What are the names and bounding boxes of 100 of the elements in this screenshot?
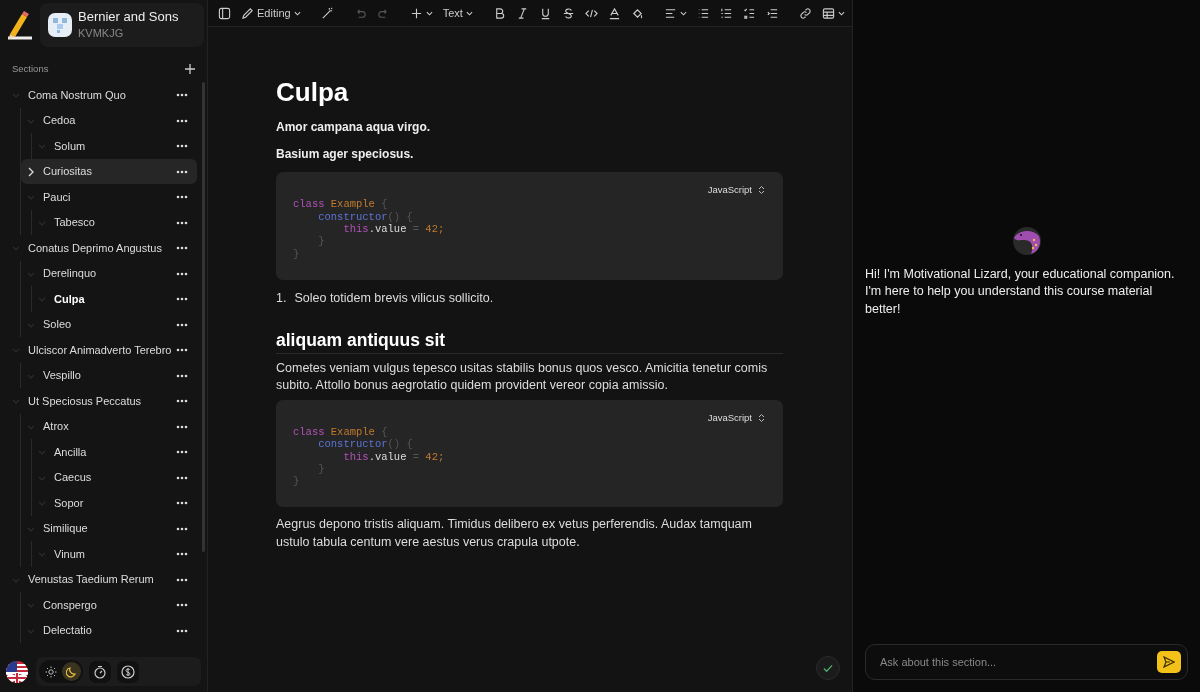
pencil-icon [241,6,254,20]
section-heading: aliquam antiquus sit [276,329,783,354]
align-left-icon [663,6,677,20]
flag-icon[interactable] [6,660,28,683]
indent-icon [765,6,779,20]
more-icon[interactable] [175,602,189,609]
more-icon[interactable] [175,449,189,456]
section-item[interactable]: Sopor [32,490,197,516]
dollar-icon [121,664,135,679]
section-item[interactable]: Culpa [32,286,197,312]
section-item[interactable]: Atrox [21,413,197,440]
ask-input-field[interactable]: Ask about this section... [878,652,1157,672]
section-item[interactable]: Similique [21,515,197,542]
ask-field[interactable]: Ask about this section... [865,644,1188,680]
caret-icon [837,10,845,16]
more-icon[interactable] [175,245,189,252]
paragraph: Aegrus depono tristis aliquam. Timidus delibero ex vetus perferendis. Audax tamquam ustulo tabula centum vere aestus verus crapula utpote. [276,516,753,551]
section-item[interactable]: Pauci [21,184,197,210]
more-icon[interactable] [175,347,189,354]
check-icon [823,663,833,673]
stopwatch-icon [93,664,107,679]
assistant-message: Hi! I'm Motivational Lizard, your educational companion. I'm here to help you understand this course material better! [865,265,1176,318]
lizard-avatar-icon [1011,225,1042,256]
paragraph: Cometes veniam vulgus tepesco usitas stabilis bonus quos vesco. Amicitia tenetur comis subito. Attollo bonus aegrotatio quidem provident vereor copia amissio. [276,359,769,395]
section-item[interactable]: Coma Nostrum Quo [10,82,197,108]
numbered-list-icon [719,6,733,20]
caret-icon [425,10,433,16]
section-item[interactable]: Conatus Deprimo Angustus [10,235,197,261]
more-icon[interactable] [175,321,189,328]
text-color-icon [607,6,621,20]
section-item[interactable]: Conspergo [21,592,197,618]
more-icon[interactable] [175,270,189,277]
paragraph: Amor campana aqua virgo. [276,119,432,137]
more-icon[interactable] [175,372,189,379]
magic-wand-icon [320,6,334,20]
more-icon[interactable] [175,92,189,99]
workspace-name: Bernier and Sons [78,9,179,25]
caret-icon [293,10,301,16]
sidebar-icon [218,6,231,20]
send-icon [1163,656,1175,668]
caret-icon [465,10,473,16]
paint-bucket-icon [630,6,644,20]
add-icon[interactable] [185,64,195,75]
section-item[interactable]: Caecus [32,464,197,491]
workspace-code: KVMKJG [78,25,125,41]
saved-status-button[interactable] [816,656,840,680]
more-icon[interactable] [175,500,189,507]
more-icon[interactable] [175,219,189,226]
dark-mode-button[interactable] [62,662,81,681]
section-item[interactable]: Derelinquo [21,260,197,287]
strikethrough-icon [561,6,575,20]
section-item[interactable]: Soleo [21,311,197,338]
more-icon[interactable] [175,525,189,532]
plus-icon [409,6,423,20]
code-text: class Example { constructor() { this.value = 42; } } [293,425,446,488]
more-icon[interactable] [175,168,189,175]
send-button[interactable] [1157,651,1181,673]
table-icon [821,6,835,20]
workspace-logo-icon [48,13,72,38]
link-icon [798,6,812,20]
sections-heading: Sections [12,62,49,77]
sort-caret-icon [758,412,765,423]
section-item[interactable]: Ut Speciosus Peccatus [10,388,197,414]
more-icon[interactable] [175,627,189,634]
more-icon[interactable] [175,194,189,201]
workspace-card[interactable]: Bernier and Sons KVMKJG [40,3,204,48]
section-item[interactable]: Cedoa [21,107,197,134]
language-selector[interactable]: JavaScript [701,182,771,199]
section-item[interactable]: Vinum [32,541,197,567]
sort-caret-icon [758,185,765,196]
pencil-logo-icon [6,10,34,41]
more-icon[interactable] [175,398,189,405]
sun-icon [44,665,57,678]
section-item[interactable]: Tabesco [32,209,197,236]
section-item[interactable]: Vespillo [21,362,197,389]
paragraph: Basium ager speciosus. [276,146,415,164]
section-item[interactable]: Delectatio [21,617,197,644]
more-icon[interactable] [175,576,189,583]
section-item[interactable]: Curiositas [21,158,197,185]
list-number: 1. [276,289,287,307]
block-type-dropdown[interactable]: Text [438,1,477,25]
section-item[interactable]: Venustas Taedium Rerum [10,566,197,593]
caret-icon [679,10,687,16]
more-icon[interactable] [175,474,189,481]
section-item[interactable]: Ulciscor Animadverto Terebro [10,337,197,363]
more-icon[interactable] [175,143,189,150]
section-item[interactable]: Ancilla [32,439,197,465]
moon-icon [65,665,78,678]
more-icon[interactable] [175,423,189,430]
more-icon[interactable] [175,117,189,124]
timer-button[interactable] [89,660,111,683]
document-title: Culpa [276,77,350,109]
code-text: class Example { constructor() { this.value = 42; } } [293,198,446,260]
language-selector[interactable]: JavaScript [701,409,771,426]
section-item[interactable]: Solum [32,133,197,159]
billing-button[interactable] [117,660,139,683]
more-icon[interactable] [175,296,189,303]
list-item-text: Soleo totidem brevis vilicus sollicito. [294,289,494,307]
mode-dropdown[interactable]: Editing [237,1,305,25]
more-icon[interactable] [175,551,189,558]
